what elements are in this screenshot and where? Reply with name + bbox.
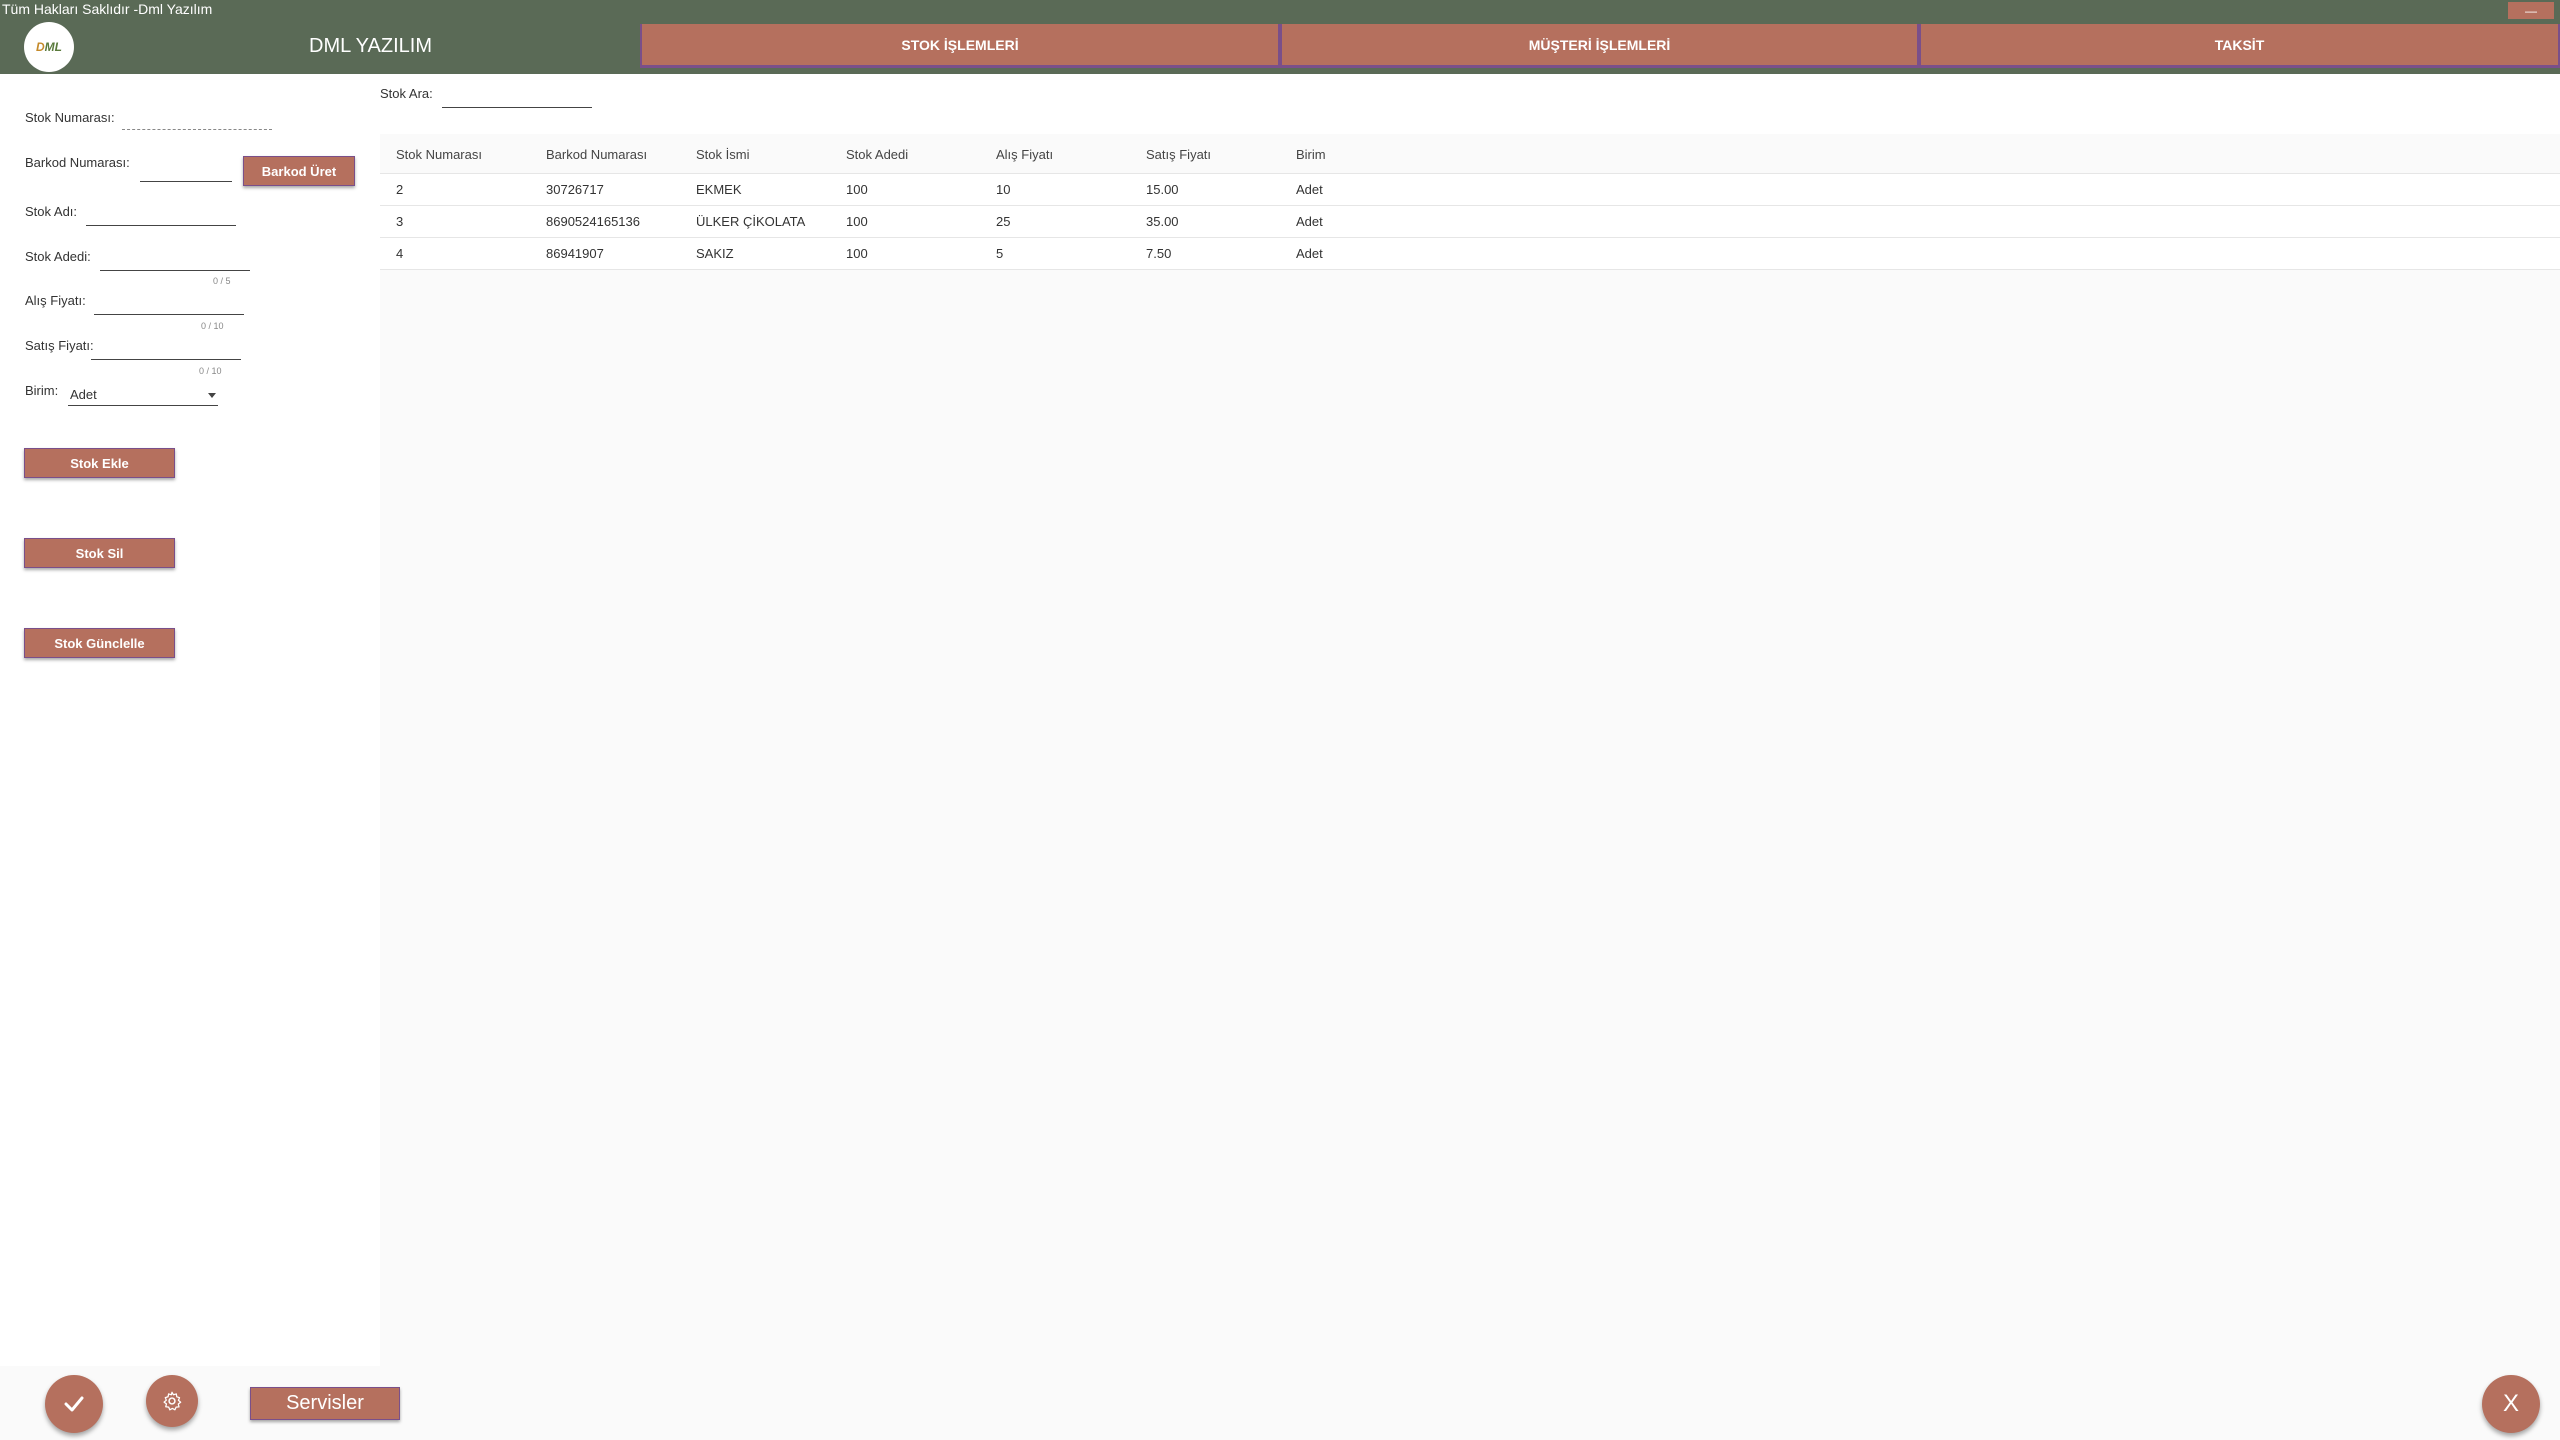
alis-fiyati-label: Alış Fiyatı:	[25, 293, 86, 308]
table-cell: EKMEK	[696, 182, 742, 197]
table-cell: 30726717	[546, 182, 604, 197]
chevron-down-icon	[208, 393, 216, 398]
stok-adedi-counter: 0 / 5	[213, 276, 231, 286]
birim-label: Birim:	[25, 383, 59, 398]
stok-adedi-field[interactable]	[100, 249, 250, 271]
alis-fiyati-counter: 0 / 10	[201, 321, 224, 331]
table-cell: 35.00	[1146, 214, 1179, 229]
table-cell: 15.00	[1146, 182, 1179, 197]
birim-select-value: Adet	[70, 387, 97, 402]
table-cell: 3	[396, 214, 404, 229]
bottom-bar: Servisler X	[0, 1366, 2560, 1440]
barkod-numarasi-field[interactable]	[140, 160, 232, 182]
app-header: D ML DML YAZILIM STOK İŞLEMLERİ MÜŞTERİ İ…	[0, 20, 2560, 74]
table-cell: 2	[396, 182, 404, 197]
servisler-button[interactable]: Servisler	[250, 1387, 400, 1420]
column-header[interactable]: Stok İsmi	[680, 147, 830, 162]
table-cell: SAKIZ	[696, 246, 734, 261]
table-cell: 100	[846, 246, 868, 261]
table-row[interactable]: 2 30726717 EKMEK 100 10 15.00 Adet	[380, 174, 2560, 206]
gear-icon	[163, 1391, 182, 1411]
settings-button[interactable]	[146, 1375, 198, 1427]
tab-taksit[interactable]: TAKSİT	[1919, 24, 2560, 68]
stok-ekle-button[interactable]: Stok Ekle	[24, 448, 175, 478]
close-button[interactable]: X	[2482, 1375, 2540, 1433]
tab-stok-islemleri[interactable]: STOK İŞLEMLERİ	[640, 24, 1280, 68]
stok-guncelle-button[interactable]: Stok Günclelle	[24, 628, 175, 658]
search-bar: Stok Ara:	[380, 74, 2560, 134]
window-title-bar: Tüm Hakları Saklıdır -Dml Yazılım —	[0, 0, 2560, 20]
table-header: Stok Numarası Barkod Numarası Stok İsmi …	[380, 136, 2560, 174]
table-cell: 10	[996, 182, 1011, 197]
column-header[interactable]: Satış Fiyatı	[1130, 147, 1280, 162]
table-cell: 86941907	[546, 246, 604, 261]
check-icon	[64, 1396, 84, 1412]
table-cell: ÜLKER ÇİKOLATA	[696, 214, 806, 229]
stok-numarasi-label: Stok Numarası:	[25, 110, 115, 125]
table-cell: Adet	[1296, 214, 1323, 229]
table-cell: 25	[996, 214, 1011, 229]
table-cell: 8690524165136	[546, 214, 640, 229]
table-row[interactable]: 4 86941907 SAKIZ 100 5 7.50 Adet	[380, 238, 2560, 270]
table-cell: 100	[846, 214, 868, 229]
stok-sil-button[interactable]: Stok Sil	[24, 538, 175, 568]
column-header[interactable]: Alış Fiyatı	[980, 147, 1130, 162]
table-cell: 100	[846, 182, 868, 197]
window-title: Tüm Hakları Saklıdır -Dml Yazılım	[2, 1, 213, 17]
table-cell: Adet	[1296, 246, 1323, 261]
logo-letter-d: D	[36, 40, 45, 54]
brand-name: DML YAZILIM	[309, 35, 432, 57]
minimize-button[interactable]: —	[2508, 2, 2554, 19]
tab-musteri-islemleri[interactable]: MÜŞTERİ İŞLEMLERİ	[1280, 24, 1919, 68]
search-label: Stok Ara:	[380, 86, 433, 101]
column-header[interactable]: Stok Numarası	[380, 147, 530, 162]
column-header[interactable]: Barkod Numarası	[530, 147, 680, 162]
stock-list-panel: Stok Ara: Stok Numarası Barkod Numarası …	[380, 74, 2560, 1366]
table-cell: 5	[996, 246, 1004, 261]
logo-letters-ml: ML	[44, 40, 62, 54]
confirm-button[interactable]	[45, 1375, 103, 1433]
column-header[interactable]: Birim	[1280, 147, 1430, 162]
birim-select[interactable]: Adet	[68, 384, 218, 406]
satis-fiyati-label: Satış Fiyatı:	[25, 338, 94, 353]
table-row[interactable]: 3 8690524165136 ÜLKER ÇİKOLATA 100 25 35…	[380, 206, 2560, 238]
stok-adedi-label: Stok Adedi:	[25, 249, 91, 264]
search-input[interactable]	[442, 84, 592, 108]
satis-fiyati-field[interactable]	[91, 338, 241, 360]
table-cell: Adet	[1296, 182, 1323, 197]
table-cell: 7.50	[1146, 246, 1172, 261]
stock-table: Stok Numarası Barkod Numarası Stok İsmi …	[380, 136, 2560, 270]
barkod-numarasi-label: Barkod Numarası:	[25, 155, 130, 170]
stok-numarasi-field[interactable]	[122, 108, 272, 130]
stock-form: Stok Numarası: Barkod Numarası: Barkod Ü…	[0, 74, 380, 1366]
dml-logo: D ML	[24, 22, 74, 72]
alis-fiyati-field[interactable]	[94, 293, 244, 315]
column-header[interactable]: Stok Adedi	[830, 147, 980, 162]
stok-adi-field[interactable]	[86, 204, 236, 226]
table-cell: 4	[396, 246, 404, 261]
satis-fiyati-counter: 0 / 10	[199, 366, 222, 376]
stok-adi-label: Stok Adı:	[25, 204, 78, 219]
barkod-uret-button[interactable]: Barkod Üret	[243, 156, 355, 186]
